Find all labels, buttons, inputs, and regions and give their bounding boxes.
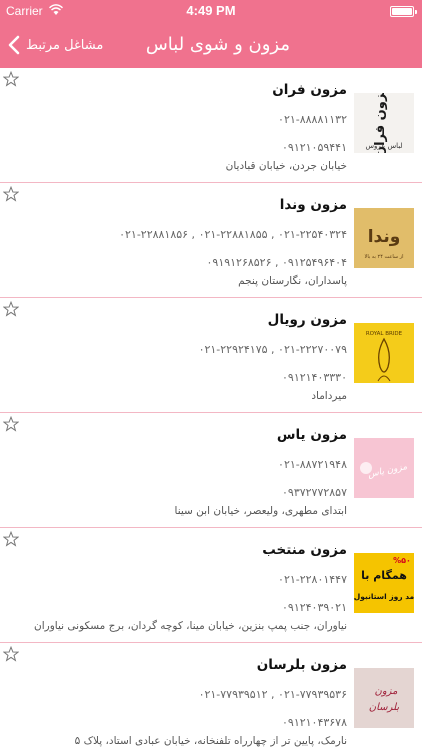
- thumbnail-image: مزون یاس: [354, 438, 414, 498]
- status-bar: Carrier 4:49 PM: [0, 0, 422, 22]
- page-title: مزون و شوی لباس: [145, 34, 290, 55]
- list-item[interactable]: مزون بلرسان مزون بلرسان ۰۲۱-۷۷۹۳۹۵۳۶ , ۰…: [0, 643, 422, 750]
- phone-number[interactable]: ۰۲۱-۲۲۲۷۰۰۷۹ , ۰۲۱-۲۲۹۲۴۱۷۵: [199, 343, 347, 356]
- thumbnail-logo-text: مزون: [374, 686, 398, 697]
- list-item[interactable]: مزون یاس مزون یاس ۰۲۱-۸۸۷۲۱۹۴۸ ۰۹۳۷۲۷۷۲۸…: [0, 413, 422, 528]
- thumbnail-image: %۵۰ همگام با مد روز استانبول: [354, 553, 414, 613]
- star-outline-icon[interactable]: [2, 185, 20, 202]
- header: Carrier 4:49 PM مشاغل مرتبط مزون و شوی ل…: [0, 0, 422, 68]
- star-outline-icon[interactable]: [2, 70, 20, 87]
- item-name: مزون منتخب: [262, 542, 347, 558]
- battery-icon: [390, 6, 417, 17]
- phone-number[interactable]: ۰۲۱-۸۸۸۸۱۱۳۲: [278, 113, 347, 126]
- phone-number[interactable]: ۰۲۱-۲۲۸۰۱۴۴۷: [278, 573, 347, 586]
- item-address: خیابان جردن، خیابان قبادیان: [225, 160, 347, 172]
- phone-number[interactable]: ۰۲۱-۷۷۹۳۹۵۳۶ , ۰۲۱-۷۷۹۳۹۵۱۲: [199, 688, 347, 701]
- thumbnail-logo-text: همگام با: [361, 569, 407, 582]
- thumbnail-image: ROYAL BRIDE: [354, 323, 414, 383]
- chevron-left-icon: [8, 35, 20, 55]
- star-outline-icon[interactable]: [2, 415, 20, 432]
- star-outline-icon[interactable]: [2, 530, 20, 547]
- phone-number[interactable]: ۰۲۱-۸۸۷۲۱۹۴۸: [278, 458, 347, 471]
- item-name: مزون رویال: [267, 312, 347, 328]
- navigation-bar: مشاغل مرتبط مزون و شوی لباس: [0, 22, 422, 68]
- thumbnail-badge: %۵۰: [393, 556, 411, 565]
- item-address: نیاوران، جنب پمپ بنزین، خیابان مینا، کوچ…: [34, 620, 347, 632]
- mobile-number[interactable]: ۰۹۳۷۲۷۷۲۸۵۷: [282, 486, 347, 499]
- item-address: نارمک، پایین تر از چهارراه تلفنخانه، خیا…: [74, 735, 347, 747]
- mobile-number[interactable]: ۰۹۱۲۱۰۴۳۶۷۸: [282, 716, 347, 729]
- list-item[interactable]: وندا از ساعت ۲۴ به بالا مزون وندا ۰۲۱-۲۲…: [0, 183, 422, 298]
- thumbnail-logo-text: ROYAL BRIDE: [366, 331, 403, 337]
- thumbnail-sub-text: مد روز استانبول: [354, 592, 414, 601]
- mobile-number[interactable]: ۰۹۱۲۱۴۰۳۳۳۰: [282, 371, 347, 384]
- item-name: مزون فران: [272, 82, 347, 98]
- item-name: مزون بلرسان: [256, 657, 347, 673]
- list-item[interactable]: %۵۰ همگام با مد روز استانبول مزون منتخب …: [0, 528, 422, 643]
- thumbnail-image: مزون بلرسان: [354, 668, 414, 728]
- mobile-number[interactable]: ۰۹۱۲۱۰۵۹۴۴۱: [282, 141, 347, 154]
- mobile-number[interactable]: ۰۹۱۲۴۰۳۹۰۲۱: [282, 601, 347, 614]
- thumbnail-logo-text: وندا: [368, 227, 401, 247]
- back-button[interactable]: مشاغل مرتبط: [8, 22, 103, 68]
- back-button-label: مشاغل مرتبط: [26, 37, 104, 53]
- status-time: 4:49 PM: [186, 3, 236, 18]
- item-name: مزون یاس: [276, 427, 347, 443]
- mobile-number[interactable]: ۰۹۱۲۵۴۹۶۴۰۴ , ۰۹۱۹۱۲۶۸۵۲۶: [207, 256, 348, 269]
- item-address: پاسداران، نگارستان پنجم: [238, 275, 347, 287]
- thumbnail-image: مزون فران لباس عروس: [354, 93, 414, 153]
- item-address: ابتدای مطهری، ولیعصر، خیابان ابن سینا: [174, 505, 347, 517]
- thumbnail-sub-text: لباس عروس: [365, 142, 402, 150]
- thumbnail-sub-text: از ساعت ۲۴ به بالا: [365, 254, 404, 260]
- thumbnail-image: وندا از ساعت ۲۴ به بالا: [354, 208, 414, 268]
- list-item[interactable]: ROYAL BRIDE مزون رویال ۰۲۱-۲۲۲۷۰۰۷۹ , ۰۲…: [0, 298, 422, 413]
- star-outline-icon[interactable]: [2, 300, 20, 317]
- thumbnail-sub-text: بلرسان: [369, 702, 400, 713]
- phone-number[interactable]: ۰۲۱-۲۲۵۴۰۳۲۴ , ۰۲۱-۲۲۸۸۱۸۵۵ , ۰۲۱-۲۲۸۸۱۸…: [119, 228, 347, 241]
- list-item[interactable]: مزون فران لباس عروس مزون فران ۰۲۱-۸۸۸۸۱۱…: [0, 68, 422, 183]
- item-name: مزون وندا: [279, 197, 347, 213]
- item-address: میرداماد: [311, 390, 347, 402]
- star-outline-icon[interactable]: [2, 645, 20, 662]
- business-list[interactable]: مزون فران لباس عروس مزون فران ۰۲۱-۸۸۸۸۱۱…: [0, 68, 422, 750]
